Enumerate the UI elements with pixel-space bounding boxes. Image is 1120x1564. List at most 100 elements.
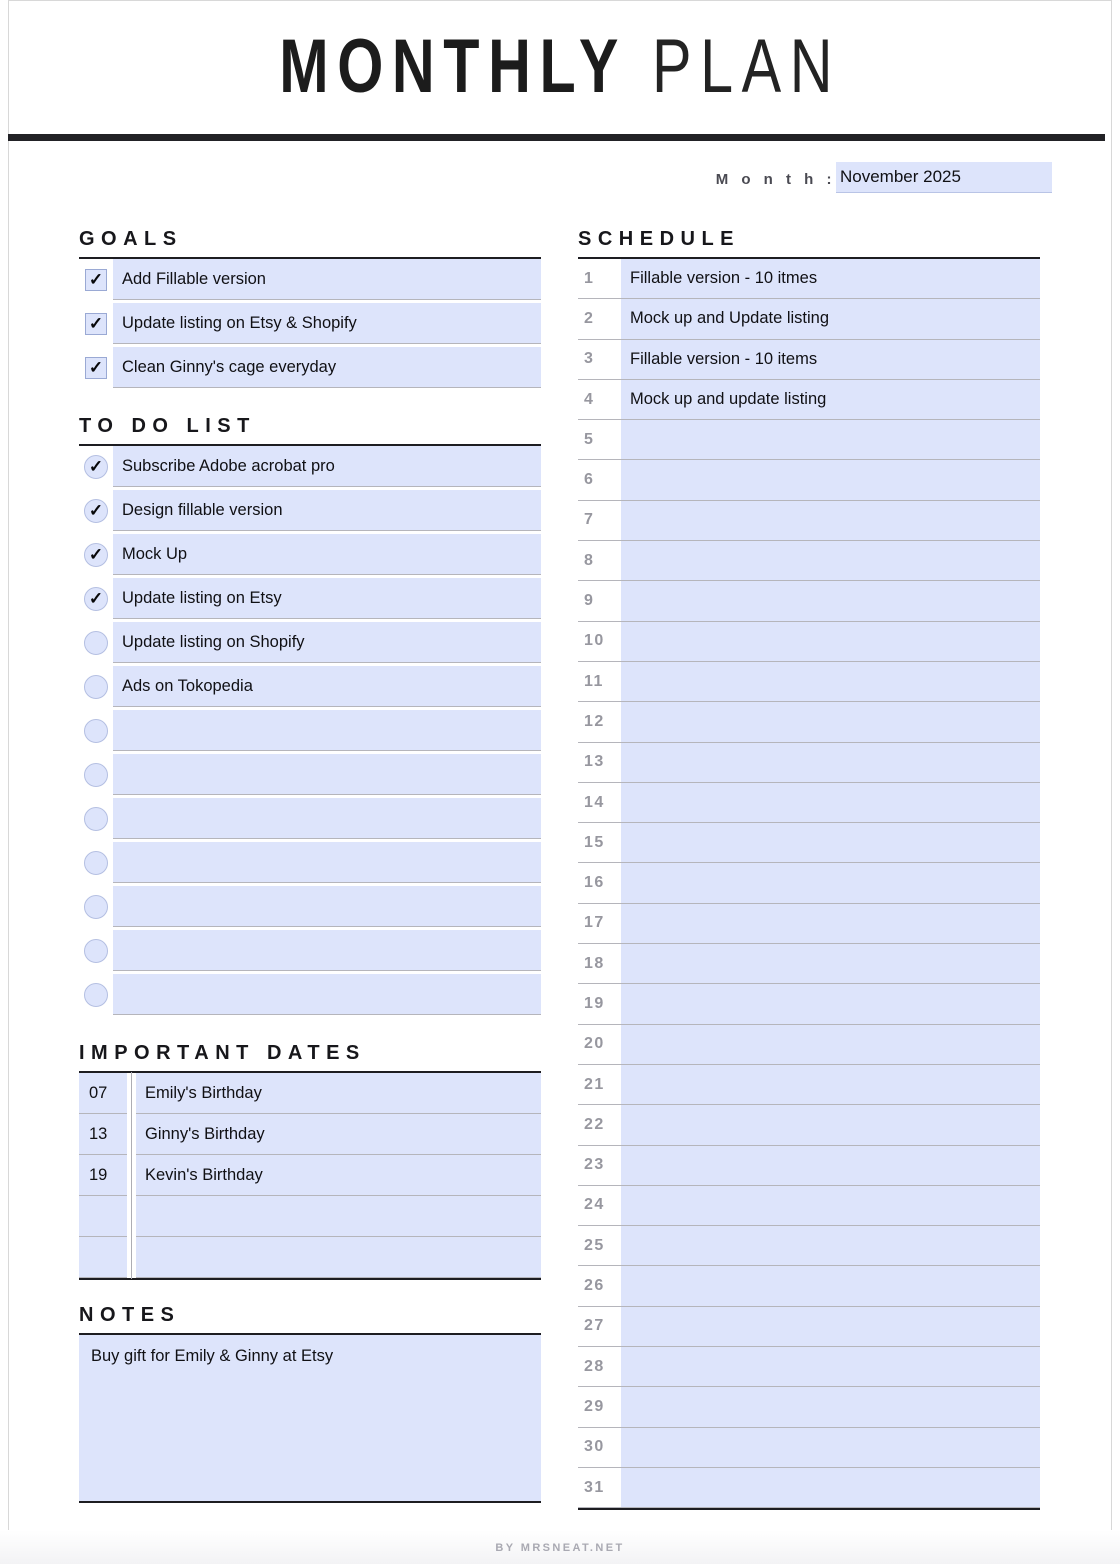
- schedule-input[interactable]: [621, 1467, 1040, 1509]
- todo-input[interactable]: [113, 754, 541, 795]
- checkmark-icon[interactable]: [85, 268, 107, 291]
- checkbox-circle-icon[interactable]: [84, 630, 108, 655]
- schedule-day-number: 12: [578, 702, 621, 743]
- important-date-day-input[interactable]: 19: [79, 1155, 127, 1196]
- important-date-event-input[interactable]: Ginny's Birthday: [136, 1114, 541, 1155]
- goal-checkbox-wrap: [79, 259, 113, 300]
- todo-row: [79, 930, 541, 971]
- todo-input[interactable]: Update listing on Shopify: [113, 622, 541, 663]
- notes-textarea[interactable]: Buy gift for Emily & Ginny at Etsy: [79, 1335, 541, 1503]
- schedule-input[interactable]: Fillable version - 10 items: [621, 339, 1040, 380]
- goal-text: Update listing on Etsy & Shopify: [122, 313, 357, 332]
- important-date-day-input[interactable]: 13: [79, 1114, 127, 1155]
- schedule-row: 17: [578, 903, 1040, 945]
- checkmark-icon[interactable]: [84, 498, 108, 523]
- checkbox-circle-icon[interactable]: [84, 762, 108, 787]
- schedule-input[interactable]: [621, 903, 1040, 945]
- schedule-text: Fillable version - 10 itmes: [630, 269, 818, 288]
- schedule-input[interactable]: [621, 1427, 1040, 1468]
- todo-input[interactable]: [113, 974, 541, 1015]
- todo-input[interactable]: [113, 930, 541, 971]
- schedule-input[interactable]: [621, 500, 1040, 542]
- notes-section: NOTES Buy gift for Emily & Ginny at Etsy: [79, 1304, 541, 1503]
- todo-input[interactable]: [113, 842, 541, 883]
- schedule-input[interactable]: [621, 1105, 1040, 1146]
- todo-input[interactable]: Subscribe Adobe acrobat pro: [113, 446, 541, 487]
- schedule-input[interactable]: [621, 621, 1040, 662]
- schedule-input[interactable]: [621, 823, 1040, 864]
- important-date-day-input[interactable]: 07: [79, 1073, 127, 1114]
- schedule-input[interactable]: [621, 541, 1040, 582]
- checkbox-circle-icon[interactable]: [84, 806, 108, 831]
- important-date-event-input[interactable]: [136, 1196, 541, 1237]
- schedule-input[interactable]: [621, 742, 1040, 783]
- checkmark-icon[interactable]: [85, 312, 107, 335]
- schedule-input[interactable]: Mock up and update listing: [621, 379, 1040, 421]
- checkmark-icon[interactable]: [84, 586, 108, 611]
- schedule-row: 22: [578, 1105, 1040, 1146]
- checkbox-circle-icon[interactable]: [84, 674, 108, 699]
- todo-input[interactable]: Update listing on Etsy: [113, 578, 541, 619]
- todo-row: Subscribe Adobe acrobat pro: [79, 446, 541, 487]
- schedule-input[interactable]: [621, 984, 1040, 1025]
- schedule-input[interactable]: [621, 1347, 1040, 1388]
- schedule-row: 11: [578, 661, 1040, 703]
- important-date-day-input[interactable]: [79, 1237, 127, 1278]
- schedule-input[interactable]: Mock up and Update listing: [621, 299, 1040, 340]
- schedule-row: 24: [578, 1185, 1040, 1227]
- schedule-input[interactable]: [621, 581, 1040, 622]
- important-date-event-input[interactable]: Emily's Birthday: [136, 1073, 541, 1114]
- todo-input[interactable]: Design fillable version: [113, 490, 541, 531]
- schedule-input[interactable]: [621, 1266, 1040, 1307]
- todo-checkbox-wrap: [79, 754, 113, 795]
- schedule-input[interactable]: [621, 1024, 1040, 1065]
- todo-checkbox-wrap: [79, 534, 113, 575]
- schedule-section: SCHEDULE 1 Fillable version - 10 itmes 2 Mo…: [578, 228, 1040, 1511]
- schedule-day-number: 1: [578, 259, 621, 300]
- schedule-input[interactable]: [621, 1387, 1040, 1428]
- checkbox-circle-icon[interactable]: [84, 894, 108, 919]
- column-divider: [127, 1154, 136, 1197]
- goal-input[interactable]: Add Fillable version: [113, 259, 541, 300]
- schedule-input[interactable]: [621, 420, 1040, 461]
- important-date-day-input[interactable]: [79, 1196, 127, 1237]
- important-date-row: [79, 1195, 541, 1238]
- schedule-input[interactable]: [621, 1226, 1040, 1267]
- schedule-heading: SCHEDULE: [578, 228, 741, 250]
- checkbox-circle-icon[interactable]: [84, 982, 108, 1007]
- schedule-input[interactable]: [621, 1064, 1040, 1106]
- todo-row: Update listing on Etsy: [79, 578, 541, 619]
- checkmark-icon[interactable]: [85, 356, 107, 379]
- todo-input[interactable]: Mock Up: [113, 534, 541, 575]
- schedule-input[interactable]: [621, 1306, 1040, 1348]
- todo-input[interactable]: [113, 798, 541, 839]
- schedule-day-number: 26: [578, 1266, 621, 1307]
- todo-input[interactable]: Ads on Tokopedia: [113, 666, 541, 707]
- checkmark-icon[interactable]: [84, 542, 108, 567]
- month-input[interactable]: November 2025: [836, 162, 1052, 193]
- schedule-input[interactable]: [621, 1145, 1040, 1186]
- schedule-day-number: 4: [578, 380, 621, 421]
- goal-input[interactable]: Clean Ginny's cage everyday: [113, 347, 541, 388]
- todo-input[interactable]: [113, 886, 541, 927]
- checkbox-circle-icon[interactable]: [84, 850, 108, 875]
- todo-checkbox-wrap: [79, 490, 113, 531]
- schedule-input[interactable]: [621, 1185, 1040, 1227]
- important-date-event-input[interactable]: [136, 1237, 541, 1278]
- schedule-row: 6: [578, 460, 1040, 501]
- schedule-input[interactable]: [621, 863, 1040, 904]
- checkbox-circle-icon[interactable]: [84, 718, 108, 743]
- schedule-input[interactable]: [621, 944, 1040, 985]
- schedule-input[interactable]: [621, 702, 1040, 743]
- important-date-event-input[interactable]: Kevin's Birthday: [136, 1155, 541, 1196]
- schedule-day-number: 13: [578, 743, 621, 783]
- schedule-input[interactable]: [621, 661, 1040, 703]
- schedule-day-number: 3: [578, 340, 621, 380]
- goal-input[interactable]: Update listing on Etsy & Shopify: [113, 303, 541, 344]
- schedule-input[interactable]: [621, 782, 1040, 824]
- checkbox-circle-icon[interactable]: [84, 938, 108, 963]
- checkmark-icon[interactable]: [84, 454, 108, 479]
- schedule-input[interactable]: [621, 460, 1040, 501]
- todo-input[interactable]: [113, 710, 541, 751]
- schedule-input[interactable]: Fillable version - 10 itmes: [621, 259, 1040, 300]
